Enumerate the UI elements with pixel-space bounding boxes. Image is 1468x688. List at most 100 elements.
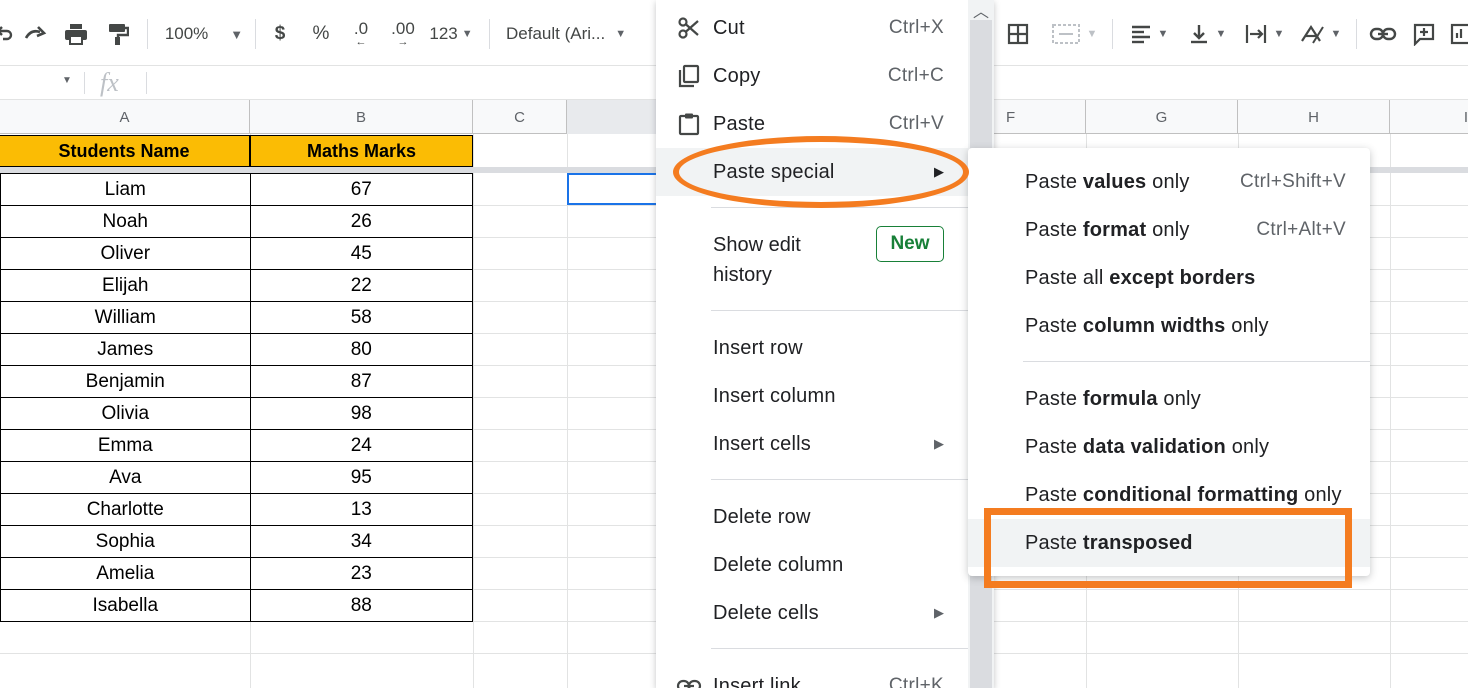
insert-chart-icon[interactable] [1448, 14, 1468, 54]
submenu-item-paste-data-validation-only[interactable]: Paste data validation only [968, 423, 1370, 471]
selected-cell[interactable] [567, 173, 662, 205]
menu-item-delete-cells[interactable]: Delete cells ▶ [656, 589, 968, 637]
mark-cell[interactable]: 45 [249, 237, 474, 270]
redo-icon[interactable] [20, 14, 52, 54]
mark-cell[interactable]: 67 [249, 173, 474, 206]
submenu-item-label: Paste column widths only [1025, 314, 1269, 337]
zoom-select[interactable]: 100% ▼ [158, 14, 250, 54]
percent-format-button[interactable]: % [306, 14, 336, 54]
text-rotation-icon[interactable]: ▼ [1294, 14, 1346, 54]
number-format-select[interactable]: 123 ▼ [424, 14, 478, 54]
submenu-item-paste-formula-only[interactable]: Paste formula only [968, 375, 1370, 423]
currency-format-button[interactable]: $ [266, 14, 294, 54]
borders-icon[interactable] [1004, 14, 1032, 54]
increase-decimal-button[interactable]: .00 → [384, 14, 422, 54]
menu-item-paste-special[interactable]: Paste special ▶ [656, 148, 968, 196]
chevron-up-icon[interactable]: ︿ [973, 0, 989, 22]
horizontal-align-icon[interactable]: ▼ [1124, 14, 1174, 54]
menu-item-show-edit-history[interactable]: Show edit history New [656, 216, 968, 300]
submenu-item-paste-all-except-borders[interactable]: Paste all except borders [968, 254, 1370, 302]
menu-item-delete-column[interactable]: Delete column [656, 541, 968, 589]
name-cell[interactable]: Charlotte [0, 493, 251, 526]
mark-cell[interactable]: 26 [249, 205, 474, 238]
column-header-d[interactable] [567, 100, 667, 134]
column-label: C [514, 108, 525, 126]
vertical-align-icon[interactable]: ▼ [1182, 14, 1232, 54]
name-box[interactable]: ▼ [0, 66, 80, 99]
text-wrapping-icon[interactable]: ▼ [1238, 14, 1290, 54]
toolbar-divider [147, 19, 148, 49]
mark-cell[interactable]: 98 [249, 397, 474, 430]
mark-cell[interactable]: 23 [249, 557, 474, 590]
undo-icon[interactable] [0, 14, 14, 54]
menu-item-cut[interactable]: Cut Ctrl+X [656, 4, 968, 52]
paint-format-icon[interactable] [102, 14, 134, 54]
name-cell[interactable]: William [0, 301, 251, 334]
font-select[interactable]: Default (Ari... ▼ [506, 14, 646, 54]
name-cell[interactable]: Isabella [0, 589, 251, 622]
submenu-item-paste-transposed[interactable]: Paste transposed [968, 519, 1370, 567]
shortcut-label: Ctrl+X [888, 17, 944, 38]
mark-cell[interactable]: 58 [249, 301, 474, 334]
menu-item-copy[interactable]: Copy Ctrl+C [656, 52, 968, 100]
mark-cell[interactable]: 24 [249, 429, 474, 462]
menu-item-paste[interactable]: Paste Ctrl+V [656, 100, 968, 148]
mark-cell[interactable]: 87 [249, 365, 474, 398]
name-cell[interactable]: James [0, 333, 251, 366]
submenu-item-label: Paste conditional formatting only [1025, 483, 1342, 506]
name-cell[interactable]: Liam [0, 173, 251, 206]
submenu-item-paste-column-widths-only[interactable]: Paste column widths only [968, 302, 1370, 350]
submenu-item-paste-format-only[interactable]: Paste format only Ctrl+Alt+V [968, 206, 1370, 254]
submenu-item-label: Paste all except borders [1025, 266, 1256, 289]
percent-label: % [312, 23, 330, 44]
mark-cell[interactable]: 88 [249, 589, 474, 622]
name-cell[interactable]: Benjamin [0, 365, 251, 398]
print-icon[interactable] [60, 14, 92, 54]
fx-icon: fx [100, 68, 119, 97]
mark-cell[interactable]: 22 [249, 269, 474, 302]
chevron-down-icon: ▼ [1330, 28, 1342, 40]
insert-link-icon[interactable] [1366, 14, 1400, 54]
submenu-item-paste-values-only[interactable]: Paste values only Ctrl+Shift+V [968, 158, 1370, 206]
name-cell[interactable]: Ava [0, 461, 251, 494]
menu-item-delete-row[interactable]: Delete row [656, 493, 968, 541]
submenu-item-label: Paste transposed [1025, 531, 1193, 554]
formula-divider [146, 72, 147, 94]
submenu-item-paste-conditional-formatting-only[interactable]: Paste conditional formatting only [968, 471, 1370, 519]
name-cell[interactable]: Olivia [0, 397, 251, 430]
chevron-down-icon: ▼ [62, 75, 72, 86]
column-header-i[interactable]: I [1390, 100, 1468, 134]
column-header-f[interactable]: F [994, 100, 1086, 134]
column-header-b[interactable]: B [250, 100, 473, 134]
toolbar-divider [1112, 19, 1113, 49]
header-cell-maths-marks[interactable]: Maths Marks [250, 135, 473, 167]
name-cell[interactable]: Noah [0, 205, 251, 238]
decrease-decimal-button[interactable]: .0 ← [344, 14, 378, 54]
name-cell[interactable]: Amelia [0, 557, 251, 590]
context-menu: ︿ Cut Ctrl+X Copy Ctrl+C Paste Ctrl+V Pa… [656, 0, 994, 688]
mark-cell[interactable]: 95 [249, 461, 474, 494]
mark-cell[interactable]: 34 [249, 525, 474, 558]
name-cell[interactable]: Sophia [0, 525, 251, 558]
menu-item-insert-link[interactable]: Insert link Ctrl+K [656, 662, 968, 688]
mark-cell[interactable]: 80 [249, 333, 474, 366]
column-header-g[interactable]: G [1086, 100, 1238, 134]
column-header-c[interactable]: C [473, 100, 567, 134]
column-header-h[interactable]: H [1238, 100, 1390, 134]
menu-item-insert-row[interactable]: Insert row [656, 324, 968, 372]
header-cell-students-name[interactable]: Students Name [0, 135, 250, 167]
name-cell[interactable]: Oliver [0, 237, 251, 270]
merge-cells-icon[interactable]: ▼ [1046, 14, 1102, 54]
column-label: A [119, 108, 130, 126]
link-icon [676, 673, 702, 688]
menu-item-insert-cells[interactable]: Insert cells ▶ [656, 420, 968, 468]
formula-input[interactable] [150, 66, 650, 99]
name-cell[interactable]: Emma [0, 429, 251, 462]
column-header-a[interactable]: A [0, 100, 250, 134]
menu-item-insert-column[interactable]: Insert column [656, 372, 968, 420]
name-cell[interactable]: Elijah [0, 269, 251, 302]
submenu-item-label: Paste values only [1025, 170, 1190, 193]
chevron-down-icon: ▼ [1215, 28, 1227, 40]
insert-comment-icon[interactable] [1408, 14, 1440, 54]
mark-cell[interactable]: 13 [249, 493, 474, 526]
